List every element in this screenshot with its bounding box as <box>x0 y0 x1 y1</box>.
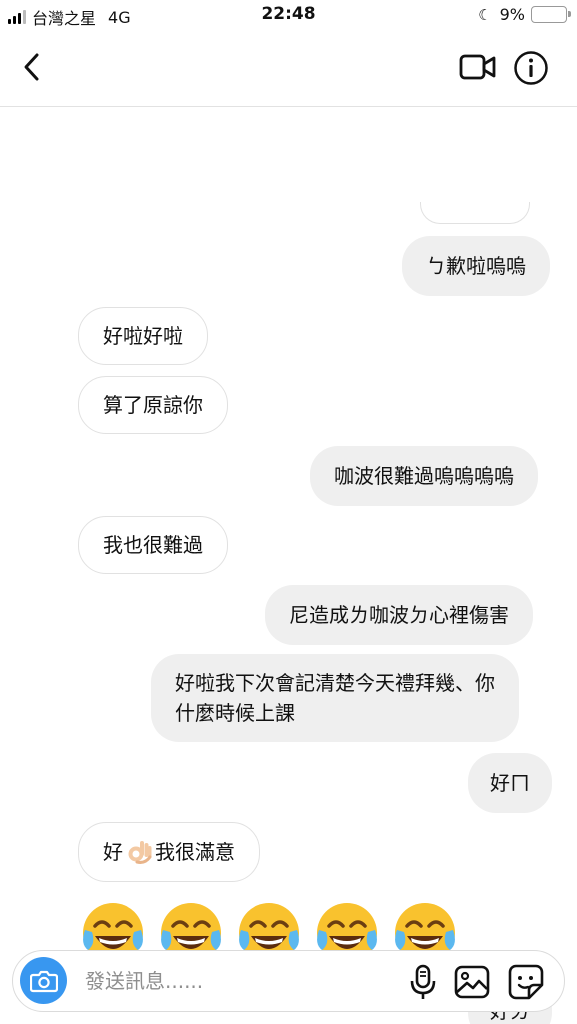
microphone-icon <box>410 964 436 999</box>
voice-message-button[interactable] <box>405 963 441 1001</box>
message-thread[interactable]: ㄅ歉啦嗚嗚 好啦好啦 算了原諒你 咖波很難過嗚嗚嗚嗚 我也很難過 尼造成ㄌ咖波ㄉ… <box>0 108 577 1024</box>
message-bubble-out[interactable]: ㄅ歉啦嗚嗚 <box>402 236 550 296</box>
message-text: 好啦我下次會記清楚今天禮拜幾、你 什麼時候上課 <box>175 668 495 728</box>
gallery-button[interactable] <box>453 963 491 1001</box>
video-call-button[interactable] <box>458 52 498 82</box>
message-text: 好啦好啦 <box>103 324 183 348</box>
message-bubble-out[interactable]: 尼造成ㄌ咖波ㄉ心裡傷害 <box>265 585 533 645</box>
message-bubble-in[interactable]: 好啦好啦 <box>78 307 208 365</box>
sticker-icon <box>508 964 544 1000</box>
video-camera-icon <box>459 54 496 80</box>
message-line: 什麼時候上課 <box>175 701 295 725</box>
message-input[interactable] <box>85 967 385 995</box>
battery-percent: 9% <box>499 5 525 24</box>
info-icon <box>514 51 548 85</box>
gallery-icon <box>454 965 490 999</box>
back-button[interactable] <box>18 50 48 84</box>
previous-message-bubble <box>420 202 530 224</box>
chat-header <box>0 30 577 107</box>
message-bubble-out[interactable]: 咖波很難過嗚嗚嗚嗚 <box>310 446 538 506</box>
message-bubble-out[interactable]: 好啦我下次會記清楚今天禮拜幾、你 什麼時候上課 <box>151 654 519 742</box>
message-text: 算了原諒你 <box>103 393 203 417</box>
message-text: 好ㄇ <box>490 771 530 795</box>
message-bubble-in[interactable]: 算了原諒你 <box>78 376 228 434</box>
message-text: 咖波很難過嗚嗚嗚嗚 <box>334 464 514 488</box>
message-composer <box>12 950 565 1012</box>
message-text-before: 好 <box>103 840 123 864</box>
message-text: 我也很難過 <box>103 533 203 557</box>
status-bar: 台灣之星 4G 22:48 ☾ 9% <box>0 0 577 30</box>
message-text: 尼造成ㄌ咖波ㄉ心裡傷害 <box>289 603 509 627</box>
info-button[interactable] <box>513 50 549 86</box>
camera-icon <box>29 970 58 992</box>
message-bubble-in[interactable]: 好 我很滿意 <box>78 822 260 882</box>
message-bubble-out[interactable]: 好ㄇ <box>468 753 552 813</box>
message-text: ㄅ歉啦嗚嗚 <box>426 254 526 278</box>
camera-button[interactable] <box>20 957 67 1004</box>
message-text-after: 我很滿意 <box>155 840 235 864</box>
message-bubble-in[interactable]: 我也很難過 <box>78 516 228 574</box>
sticker-button[interactable] <box>507 963 545 1001</box>
battery-icon <box>531 6 571 23</box>
ok-hand-emoji <box>128 841 152 864</box>
moon-icon: ☾ <box>478 5 492 24</box>
back-chevron-icon <box>24 53 39 81</box>
message-line: 好啦我下次會記清楚今天禮拜幾、你 <box>175 671 495 695</box>
status-right: ☾ 9% <box>478 5 571 24</box>
